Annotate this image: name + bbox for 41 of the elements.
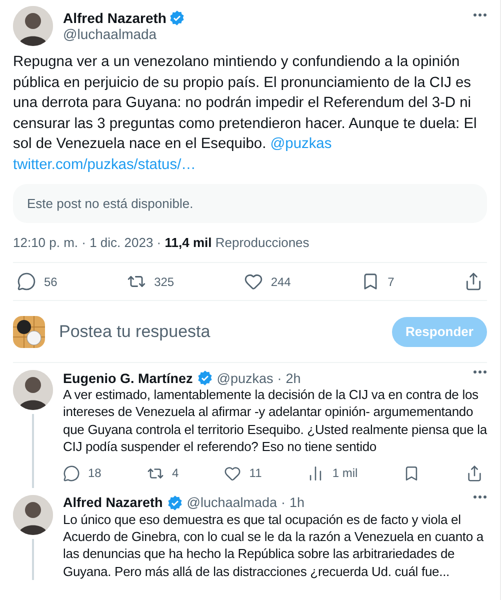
reply-button[interactable]: 18 [63,464,102,482]
reply-text: A ver estimado, lamentablemente la decisión de la CIJ va en contra de los intereses de Venezuela al afirmar -y adelantar opinión- argumementando que Guyana controla el territorio Esequibo. ¿Usted realmente piensa que la CIJ podía suspender el referendo? Eso no tiene sentido [63,386,487,456]
avatar [13,6,53,46]
author-name[interactable]: Alfred Nazareth [63,10,166,26]
separator-dot: · [281,495,286,510]
reply-button[interactable]: 56 [17,272,58,291]
more-icon [473,13,487,17]
repost-button[interactable]: 4 [146,464,179,482]
share-icon [464,272,483,291]
like-icon [224,464,242,482]
more-icon [473,494,487,499]
author-name[interactable]: Alfred Nazareth [63,495,163,510]
views-button[interactable]: 1 mil [307,464,358,482]
like-button[interactable]: 11 [224,464,262,482]
share-button[interactable] [464,272,483,291]
avatar [13,370,53,410]
reply-icon [63,464,80,482]
unavailable-post-notice: Este post no está disponible. [13,184,487,223]
post-text: Repugna ver a un venezolano mintiendo y confundiendo a la opinión pública en perjuicio de su propio país. El pronunciamiento de la CIJ es una derrota para Guyana: no podrán impedir el Referendum del 3-D ni censurar las 3 preguntas como pretendieron hacer. Aunque te duela: El sol de Venezuela nace en el Esequibo. @puzkas twitter.com/puzkas/status/… [13,53,478,174]
bookmark-button[interactable]: 7 [360,272,394,291]
more-button[interactable] [473,494,487,499]
separator-dot: · [277,370,282,386]
reply-icon [17,272,36,291]
avatar [13,494,53,535]
post-meta: 12:10 p. m. · 1 dic. 2023 · 11,4 mil Reproducciones [13,235,487,263]
repost-button[interactable]: 325 [127,272,174,291]
more-icon [473,370,487,374]
author-handle[interactable]: @luchaalmada [63,26,463,42]
like-button[interactable]: 244 [244,272,291,291]
avatar [13,316,45,348]
author-name[interactable]: Eugenio G. Martínez [63,370,193,386]
more-button[interactable] [473,370,487,374]
post-time[interactable]: 2h [286,370,469,386]
author-handle[interactable]: @puzkas [216,370,274,386]
share-button[interactable] [466,464,483,482]
reply-text: Lo único que eso demuestra es que tal ocupación es de facto y viola el Acuerdo de Ginebra, con lo cual se le da la razón a Venezuela en cuanto a las denuncias que ha hecho la República sobre las arbitrariedades de Guyana. Pero más allá de las distracciones ¿recuerda Ud. cuál fue... [63,510,485,580]
share-icon [466,464,483,482]
more-button[interactable] [473,13,487,17]
post-time[interactable]: 1h [290,495,469,510]
author-handle[interactable]: @luchaalmada [186,495,278,510]
like-icon [244,272,263,291]
